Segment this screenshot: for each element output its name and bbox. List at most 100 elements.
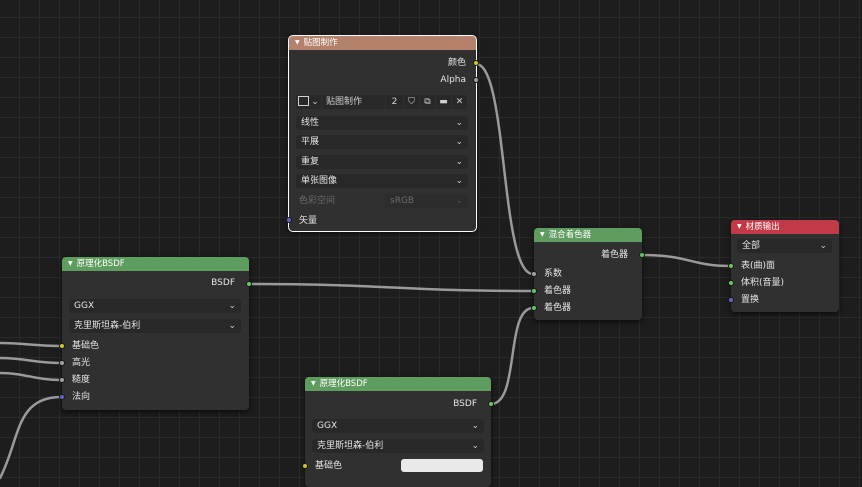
image-selector: ⌄ 贴图制作 2 ⛉ ⧉ ▬ ✕ (296, 95, 468, 109)
target-value: 全部 (742, 241, 761, 251)
input-base-color-label: 基础色 (315, 461, 343, 471)
collapse-arrow-icon[interactable]: ▼ (737, 223, 742, 230)
collapse-arrow-icon[interactable]: ▼ (311, 380, 316, 387)
color-space-label: 色彩空间 (299, 196, 336, 206)
input-base-color-socket[interactable] (59, 343, 65, 349)
output-bsdf-label: BSDF (453, 399, 477, 409)
collapse-arrow-icon[interactable]: ▼ (295, 39, 300, 46)
target-dropdown[interactable]: 全部 ⌄ (737, 239, 832, 253)
input-surface-label: 表(曲)面 (741, 261, 776, 271)
input-shader1-label: 着色器 (544, 286, 572, 296)
input-roughness-label: 糙度 (72, 375, 91, 385)
mix-shader-node[interactable]: ▼ 混合着色器 着色器 系数 着色器 着色器 (531, 228, 645, 320)
node-title: 原理化BSDF (76, 259, 125, 269)
output-bsdf-socket[interactable] (488, 401, 494, 407)
output-alpha-socket[interactable] (473, 77, 479, 83)
node-header[interactable]: ▼ 贴图制作 (289, 36, 476, 50)
extension-dropdown[interactable]: 重复 ⌄ (296, 155, 468, 169)
input-fac-label: 系数 (544, 269, 563, 279)
input-surface-socket[interactable] (728, 263, 734, 269)
node-header[interactable]: ▼ 材质输出 (731, 220, 839, 234)
base-color-swatch[interactable] (401, 459, 483, 472)
chevron-down-icon: ⌄ (455, 137, 463, 147)
link-texture-color-to-fac (474, 62, 535, 276)
output-shader-label: 着色器 (600, 250, 628, 260)
chevron-down-icon: ⌄ (311, 97, 319, 107)
input-normal-socket[interactable] (59, 394, 65, 400)
distribution-dropdown[interactable]: GGX ⌄ (312, 419, 484, 433)
chevron-down-icon: ⌄ (471, 421, 479, 431)
user-count[interactable]: 2 (386, 95, 403, 109)
input-shader2-socket[interactable] (531, 305, 537, 311)
distribution-value: GGX (317, 421, 338, 431)
input-specular-label: 高光 (72, 358, 91, 368)
input-displacement-socket[interactable] (728, 297, 734, 303)
subsurface-method-dropdown[interactable]: 克里斯坦森-伯利 ⌄ (69, 319, 241, 333)
node-title: 混合着色器 (548, 230, 592, 240)
output-color-socket[interactable] (473, 60, 479, 66)
projection-dropdown[interactable]: 平展 ⌄ (296, 135, 468, 149)
image-texture-node[interactable]: ▼ 贴图制作 颜色 Alpha ⌄ 贴图制作 2 ⛉ ⧉ ▬ ✕ 线性 ⌄ 平展 ⌄ … (286, 35, 479, 232)
input-vector-label: 矢量 (299, 216, 318, 226)
output-color-label: 颜色 (447, 58, 466, 68)
source-dropdown[interactable]: 单张图像 ⌄ (296, 174, 468, 188)
node-title: 贴图制作 (303, 38, 338, 48)
image-icon (298, 95, 310, 106)
node-header[interactable]: ▼ 混合着色器 (534, 228, 642, 242)
input-base-color-label: 基础色 (72, 341, 100, 351)
subsurface-method-value: 克里斯坦森-伯利 (74, 321, 141, 331)
output-alpha-label: Alpha (440, 75, 466, 85)
unlink-close-icon[interactable]: ✕ (452, 95, 467, 109)
duplicate-image-icon[interactable]: ⧉ (420, 95, 435, 109)
input-normal-label: 法向 (72, 392, 91, 402)
chevron-down-icon: ⌄ (455, 196, 463, 206)
link-input-normal (0, 395, 63, 480)
input-displacement-label: 置换 (741, 295, 760, 305)
input-specular-socket[interactable] (59, 360, 65, 366)
link-input-base-color (0, 341, 63, 348)
color-space-value: sRGB (390, 196, 415, 206)
link-input-roughness (0, 371, 63, 382)
input-volume-socket[interactable] (728, 280, 734, 286)
input-roughness-socket[interactable] (59, 377, 65, 383)
node-title: 原理化BSDF (319, 379, 368, 389)
principled-bsdf-node-bottom[interactable]: ▼ 原理化BSDF BSDF GGX ⌄ 克里斯坦森-伯利 ⌄ 基础色 (302, 377, 494, 487)
chevron-down-icon: ⌄ (228, 321, 236, 331)
input-volume-label: 体积(音量) (741, 278, 785, 288)
output-bsdf-label: BSDF (211, 278, 235, 288)
distribution-value: GGX (74, 301, 95, 311)
subsurface-method-value: 克里斯坦森-伯利 (317, 441, 384, 451)
chevron-down-icon: ⌄ (819, 241, 827, 251)
input-shader2-label: 着色器 (544, 303, 572, 313)
node-header[interactable]: ▼ 原理化BSDF (62, 257, 249, 271)
projection-value: 平展 (301, 137, 320, 147)
principled-bsdf-node-left[interactable]: ▼ 原理化BSDF BSDF GGX ⌄ 克里斯坦森-伯利 ⌄ 基础色 高光 糙度 法… (59, 257, 252, 410)
image-browse-button[interactable]: ⌄ (296, 95, 321, 109)
collapse-arrow-icon[interactable]: ▼ (540, 231, 545, 238)
output-shader-socket[interactable] (639, 252, 645, 258)
input-vector-socket[interactable] (286, 217, 292, 223)
open-folder-icon[interactable]: ▬ (436, 95, 451, 109)
chevron-down-icon: ⌄ (455, 118, 463, 128)
interpolation-value: 线性 (301, 118, 320, 128)
image-name-field[interactable]: 贴图制作 (322, 95, 385, 109)
subsurface-method-dropdown[interactable]: 克里斯坦森-伯利 ⌄ (312, 439, 484, 453)
material-output-node[interactable]: ▼ 材质输出 全部 ⌄ 表(曲)面 体积(音量) 置换 (728, 220, 839, 312)
node-header[interactable]: ▼ 原理化BSDF (305, 377, 491, 391)
fake-user-shield-icon[interactable]: ⛉ (404, 95, 419, 109)
link-input-specular (0, 356, 63, 365)
collapse-arrow-icon[interactable]: ▼ (68, 260, 73, 267)
chevron-down-icon: ⌄ (455, 176, 463, 186)
chevron-down-icon: ⌄ (228, 301, 236, 311)
input-base-color-socket[interactable] (302, 463, 308, 469)
distribution-dropdown[interactable]: GGX ⌄ (69, 299, 241, 313)
input-fac-socket[interactable] (531, 271, 537, 277)
output-bsdf-socket[interactable] (246, 281, 252, 287)
chevron-down-icon: ⌄ (471, 441, 479, 451)
interpolation-dropdown[interactable]: 线性 ⌄ (296, 116, 468, 130)
source-value: 单张图像 (301, 176, 338, 186)
input-shader1-socket[interactable] (531, 288, 537, 294)
chevron-down-icon: ⌄ (455, 157, 463, 167)
link-bsdf-left-to-shader1 (247, 282, 535, 293)
color-space-dropdown[interactable]: sRGB ⌄ (385, 194, 468, 208)
